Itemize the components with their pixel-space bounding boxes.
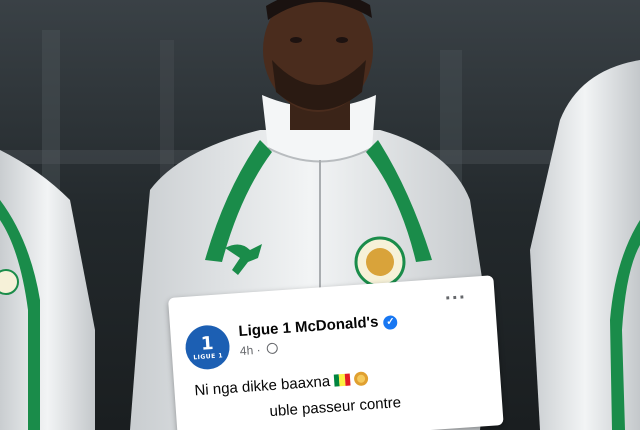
avatar-number: 1 xyxy=(200,332,215,355)
post-meta: 4h · xyxy=(239,341,279,358)
post-time[interactable]: 4h xyxy=(239,343,253,358)
meta-separator: · xyxy=(256,342,262,357)
verified-badge-icon: ✓ xyxy=(383,315,398,331)
avatar-text: LIGUE 1 xyxy=(193,351,224,361)
more-horizontal-icon[interactable]: ··· xyxy=(444,287,467,307)
globe-icon xyxy=(266,342,279,355)
lion-emoji-icon xyxy=(353,371,369,387)
post-text-line-1: Ni nga dikke baaxna xyxy=(194,370,369,399)
page-name-text: Ligue 1 McDonald's xyxy=(237,313,380,341)
page-avatar[interactable]: 1 LIGUE 1 xyxy=(184,323,232,371)
post-text-2: uble passeur contre xyxy=(268,394,402,421)
page-name[interactable]: Ligue 1 McDonald's ✓ xyxy=(238,312,398,340)
facebook-post-card: 1 LIGUE 1 Ligue 1 McDonald's ✓ 4h · ··· N… xyxy=(168,275,504,430)
senegal-flag-icon xyxy=(333,373,351,387)
post-text: Ni nga dikke baaxna xyxy=(193,372,331,400)
post-text-line-2: Meilleur double passeur contre xyxy=(196,394,402,425)
photo: 1 LIGUE 1 Ligue 1 McDonald's ✓ 4h · ··· N… xyxy=(0,0,640,430)
